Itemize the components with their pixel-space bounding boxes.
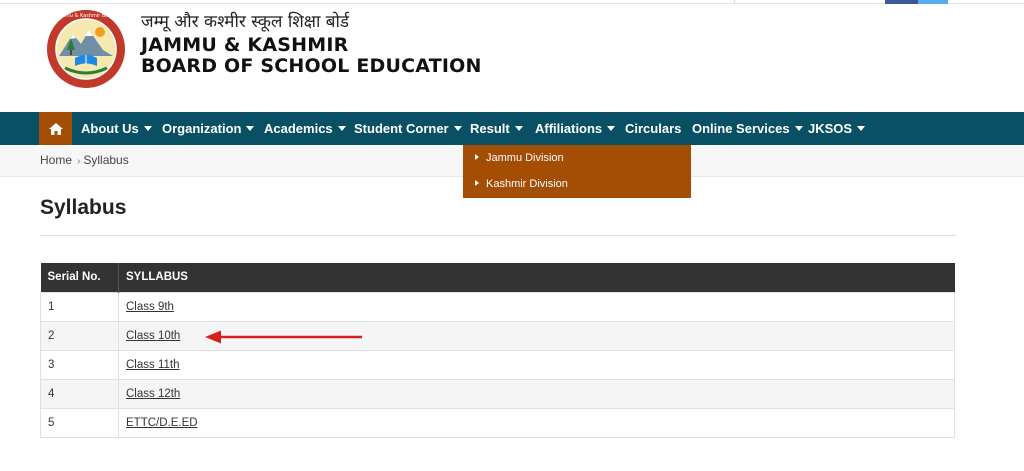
- dropdown-item-kashmir-division[interactable]: Kashmir Division: [475, 178, 568, 190]
- syllabus-table: Serial No. SYLLABUS 1 Class 9th 2 Class …: [40, 263, 955, 438]
- chevron-down-icon: [857, 126, 866, 132]
- dropdown-item-label: Jammu Division: [486, 152, 564, 164]
- breadcrumb: Home › Syllabus: [40, 153, 129, 167]
- red-arrow-annotation: [205, 330, 362, 344]
- top-divider: [734, 0, 735, 4]
- serial-cell: 4: [40, 378, 119, 409]
- nav-label: Circulars: [625, 121, 682, 136]
- table-header-row: Serial No. SYLLABUS: [40, 263, 955, 292]
- nav-item-affiliations[interactable]: Affiliations: [535, 112, 616, 145]
- nav-label: Online Services: [692, 121, 790, 136]
- column-header-serial: Serial No.: [40, 263, 119, 292]
- syllabus-cell: ETTC/D.E.ED: [118, 407, 955, 438]
- nav-label: Academics: [264, 121, 333, 136]
- title-divider: [40, 235, 956, 236]
- breadcrumb-current: Syllabus: [83, 153, 129, 167]
- chevron-down-icon: [794, 126, 803, 132]
- chevron-down-icon: [337, 126, 346, 132]
- site-title-line1[interactable]: JAMMU & KASHMIR: [141, 34, 348, 56]
- hindi-title: जम्मू और कश्मीर स्कूल शिक्षा बोर्ड: [141, 12, 349, 32]
- syllabus-link-class-11th[interactable]: Class 11th: [126, 359, 179, 371]
- nav-item-online-services[interactable]: Online Services: [692, 112, 803, 145]
- dropdown-item-jammu-division[interactable]: Jammu Division: [475, 152, 564, 164]
- table-row: 4 Class 12th: [40, 378, 955, 409]
- syllabus-link-ettc-deed[interactable]: ETTC/D.E.ED: [126, 417, 198, 429]
- nav-label: Student Corner: [354, 121, 449, 136]
- twitter-icon[interactable]: [918, 0, 948, 4]
- syllabus-link-class-9th[interactable]: Class 9th: [126, 301, 174, 313]
- caret-right-icon: [475, 180, 479, 186]
- chevron-down-icon: [514, 126, 523, 132]
- nav-label: Organization: [162, 121, 242, 136]
- serial-cell: 5: [40, 407, 119, 438]
- breadcrumb-home[interactable]: Home: [40, 153, 72, 167]
- svg-text:Jammu & Kashmir Board: Jammu & Kashmir Board: [54, 13, 116, 19]
- nav-item-jksos[interactable]: JKSOS: [808, 112, 866, 145]
- nav-item-result[interactable]: Result: [470, 112, 523, 145]
- top-strip: [0, 0, 1024, 4]
- serial-cell: 3: [40, 349, 119, 380]
- table-row: 1 Class 9th: [40, 291, 955, 322]
- site-title-line2[interactable]: BOARD OF SCHOOL EDUCATION: [141, 55, 482, 77]
- chevron-right-icon: ›: [77, 156, 81, 167]
- nav-item-circulars[interactable]: Circulars: [625, 112, 681, 145]
- nav-item-organization[interactable]: Organization: [162, 112, 255, 145]
- board-logo[interactable]: Jammu & Kashmir Board: [45, 8, 127, 90]
- nav-item-student-corner[interactable]: Student Corner: [354, 112, 462, 145]
- home-icon: [48, 122, 63, 135]
- syllabus-link-class-12th[interactable]: Class 12th: [126, 388, 180, 400]
- nav-label: Affiliations: [535, 121, 603, 136]
- caret-right-icon: [475, 154, 479, 160]
- syllabus-cell: Class 9th: [118, 291, 955, 322]
- nav-label: JKSOS: [808, 121, 853, 136]
- home-button[interactable]: [39, 112, 72, 145]
- chevron-down-icon: [143, 126, 152, 132]
- table-row: 2 Class 10th: [40, 320, 955, 351]
- facebook-icon[interactable]: [885, 0, 918, 4]
- column-header-syllabus: SYLLABUS: [118, 263, 955, 292]
- table-row: 3 Class 11th: [40, 349, 955, 380]
- nav-item-academics[interactable]: Academics: [264, 112, 346, 145]
- page-title: Syllabus: [40, 196, 127, 219]
- syllabus-cell: Class 12th: [118, 378, 955, 409]
- result-dropdown-menu: Jammu Division Kashmir Division: [463, 145, 691, 198]
- syllabus-cell: Class 11th: [118, 349, 955, 380]
- nav-item-about-us[interactable]: About Us: [81, 112, 152, 145]
- main-nav: About Us Organization Academics Student …: [0, 112, 1024, 145]
- syllabus-link-class-10th[interactable]: Class 10th: [126, 330, 180, 342]
- table-row: 5 ETTC/D.E.ED: [40, 407, 955, 438]
- chevron-down-icon: [607, 126, 616, 132]
- dropdown-item-label: Kashmir Division: [486, 178, 568, 190]
- chevron-down-icon: [453, 126, 462, 132]
- serial-cell: 1: [40, 291, 119, 322]
- serial-cell: 2: [40, 320, 119, 351]
- nav-label: About Us: [81, 121, 139, 136]
- chevron-down-icon: [246, 126, 255, 132]
- nav-label: Result: [470, 121, 510, 136]
